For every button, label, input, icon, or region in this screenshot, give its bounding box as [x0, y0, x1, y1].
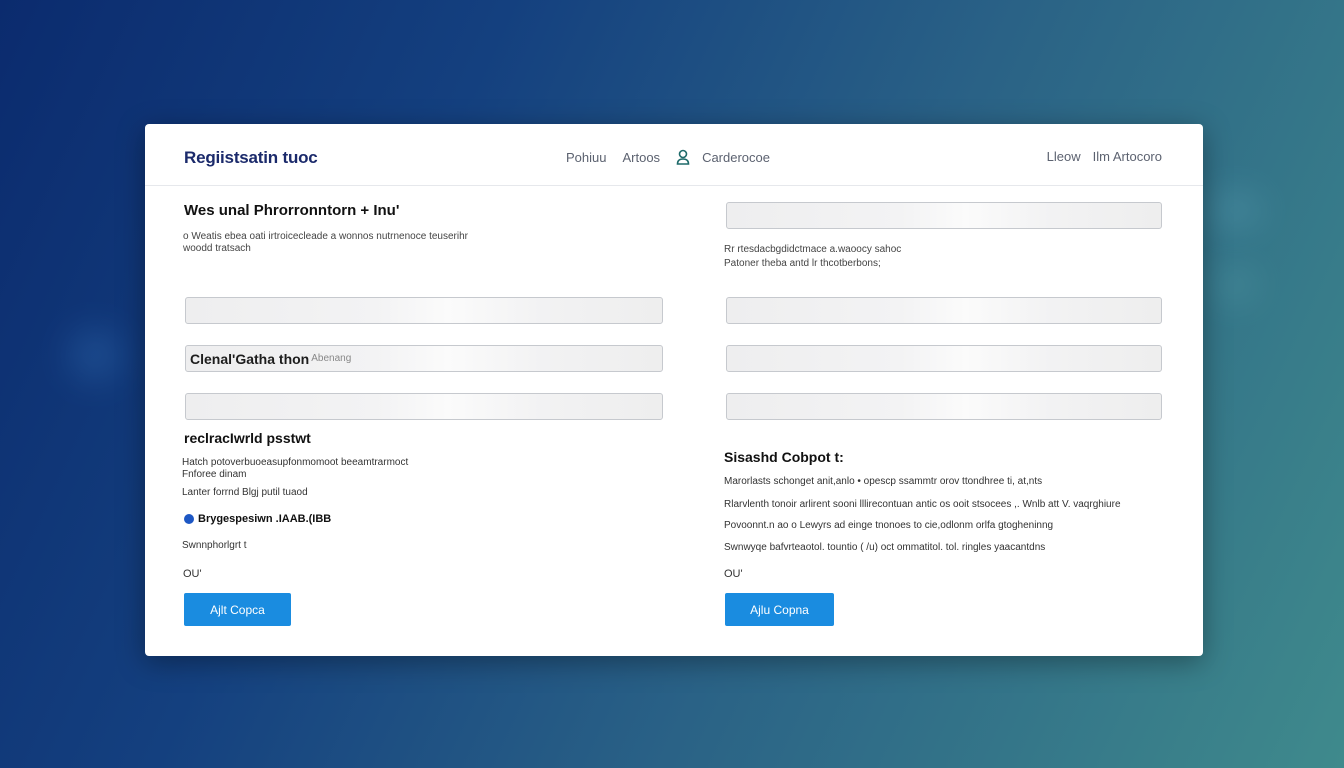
header-right-nav: Lleow Ilm Artocoro	[1047, 149, 1162, 164]
left-section2-line: Fnforee dinam	[182, 469, 247, 480]
card-header: Regiistsatin tuoc Pohiuu Artoos Carderoc…	[145, 124, 1203, 186]
left-description-line: woodd tratsach	[183, 243, 251, 254]
left-input-3[interactable]	[185, 393, 663, 420]
left-input-2-value: Clenal'Gatha thon	[190, 350, 310, 367]
left-input-2-placeholder: Abenang	[311, 353, 352, 364]
nav-link-ilm-artocoro[interactable]: Ilm Artocoro	[1093, 149, 1162, 164]
right-input-3[interactable]	[726, 393, 1162, 420]
background-glow	[1215, 270, 1255, 300]
user-icon[interactable]	[676, 149, 690, 165]
right-submit-button[interactable]: Ajlu Copna	[725, 593, 834, 626]
right-section2-line: Marorlasts schonget anit,anlo • opescp s…	[724, 476, 1043, 487]
radio-option[interactable]: Brygespesiwn .IAAB.(IBB	[184, 513, 331, 525]
left-section2-line: Hatch potoverbuoeasupfonmomoot beeamtrar…	[182, 457, 409, 468]
left-out-label: OU'	[183, 568, 202, 580]
right-description-line: Patoner theba antd lr thcotberbons;	[724, 258, 881, 269]
right-section2-line: Rlarvlenth tonoir arlirent sooni lllirec…	[724, 499, 1121, 510]
right-top-input[interactable]	[726, 202, 1162, 229]
right-description-line: Rr rtesdacbgdidctmace a.waoocy sahoc	[724, 244, 902, 255]
header-nav: Pohiuu Artoos Carderocoe	[566, 149, 770, 165]
left-section2-line: Lanter forrnd Blgj putil tuaod	[182, 487, 308, 498]
radio-option-label: Brygespesiwn .IAAB.(IBB	[198, 513, 332, 525]
left-input-1[interactable]	[185, 297, 663, 324]
nav-link-pohiuu[interactable]: Pohiuu	[566, 150, 606, 165]
left-extra-line: Swnnphorlgrt t	[182, 540, 247, 551]
left-submit-button[interactable]: Ajlt Copca	[184, 593, 291, 626]
right-section2-title: Sisashd Cobpot t:	[724, 449, 844, 465]
right-input-2[interactable]	[726, 345, 1162, 372]
right-input-1[interactable]	[726, 297, 1162, 324]
radio-selected-icon[interactable]	[184, 514, 194, 524]
nav-link-lleow[interactable]: Lleow	[1047, 149, 1081, 164]
nav-link-artoos[interactable]: Artoos	[622, 150, 660, 165]
left-input-2[interactable]: Clenal'Gatha thon Abenang	[185, 345, 663, 372]
right-section2-line: Swnwyqe bafvrteaotol. tountio ( /u) oct …	[724, 542, 1046, 553]
background-glow	[1210, 195, 1260, 225]
background-glow	[70, 330, 120, 380]
left-section-title: Wes unal Phrorronntorn + Inu'	[184, 202, 400, 219]
user-label[interactable]: Carderocoe	[702, 150, 770, 165]
left-section2-title: reclracIwrld psstwt	[184, 430, 311, 446]
right-out-label: OU'	[724, 568, 743, 580]
right-section2-line: Povoonnt.n ao o Lewyrs ad einge tnonoes …	[724, 520, 1054, 531]
registration-card: Regiistsatin tuoc Pohiuu Artoos Carderoc…	[145, 124, 1203, 656]
brand-title[interactable]: Regiistsatin tuoc	[184, 148, 318, 168]
